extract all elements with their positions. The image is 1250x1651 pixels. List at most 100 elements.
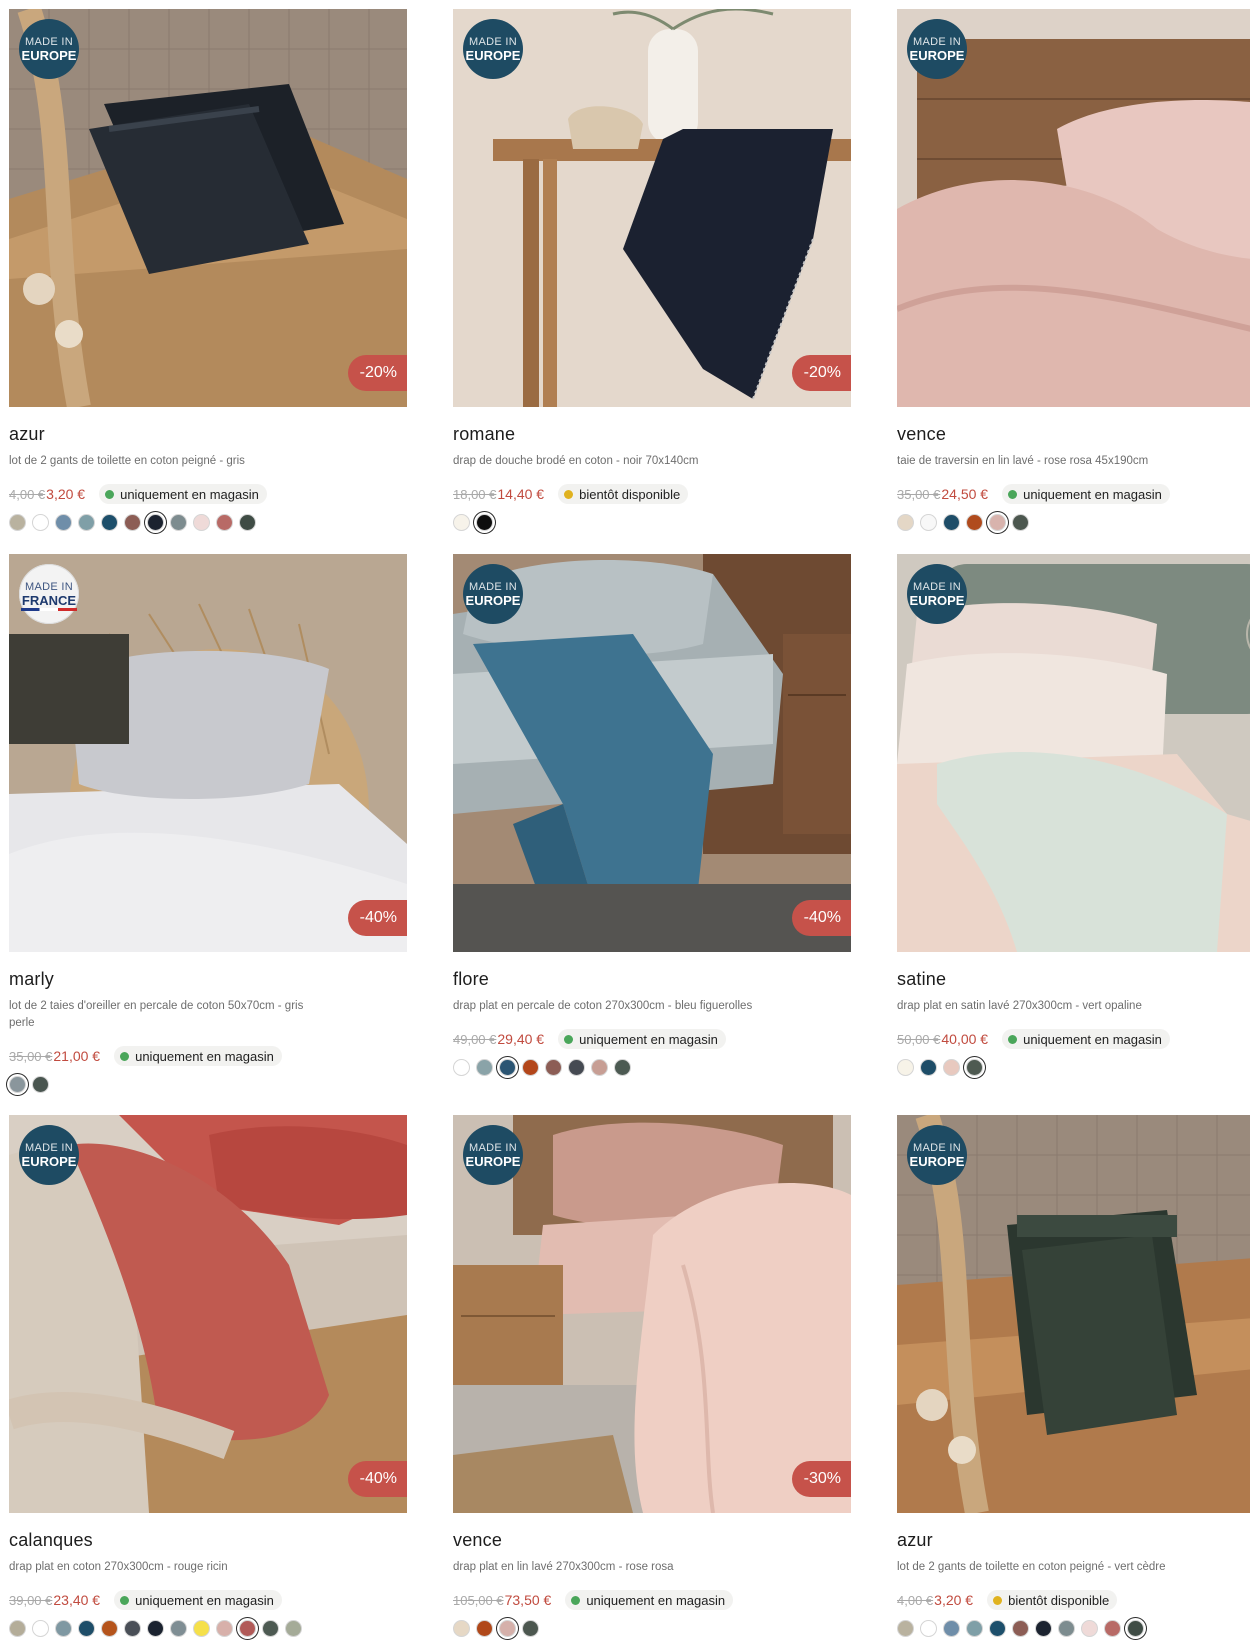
color-swatch[interactable] [193, 1620, 210, 1637]
color-swatch[interactable] [1081, 1620, 1098, 1637]
product-card[interactable]: MADE IN EUROPE satine drap plat en satin… [897, 554, 1250, 1077]
color-swatches [9, 514, 407, 532]
product-name[interactable]: azur [897, 1529, 1250, 1551]
color-swatch[interactable] [522, 1059, 539, 1076]
color-swatch[interactable] [920, 1620, 937, 1637]
product-card[interactable]: MADE IN EUROPE -20% romane drap de douch… [453, 9, 851, 532]
product-name[interactable]: flore [453, 968, 851, 990]
color-swatch[interactable] [124, 1620, 141, 1637]
product-name[interactable]: vence [897, 423, 1250, 445]
color-swatch[interactable] [193, 514, 210, 531]
color-swatch[interactable] [476, 514, 493, 531]
availability-label: uniquement en magasin [1023, 486, 1162, 502]
color-swatch[interactable] [966, 514, 983, 531]
color-swatch[interactable] [499, 1620, 516, 1637]
color-swatch[interactable] [9, 514, 26, 531]
color-swatch[interactable] [943, 1620, 960, 1637]
color-swatch[interactable] [453, 514, 470, 531]
color-swatch[interactable] [897, 1620, 914, 1637]
color-swatch[interactable] [216, 1620, 233, 1637]
product-image[interactable]: MADE IN EUROPE [897, 554, 1250, 952]
product-card[interactable]: MADE IN EUROPE -20% azur lot de 2 gants … [9, 9, 407, 532]
color-swatch[interactable] [545, 1059, 562, 1076]
product-image[interactable]: MADE IN EUROPE -40% [453, 554, 851, 952]
color-swatch[interactable] [476, 1059, 493, 1076]
product-card[interactable]: MADE IN EUROPE azur lot de 2 gants de to… [897, 1115, 1250, 1638]
product-name[interactable]: calanques [9, 1529, 407, 1551]
color-swatch[interactable] [9, 1076, 26, 1093]
color-swatch[interactable] [170, 1620, 187, 1637]
product-image[interactable]: MADE IN EUROPE [897, 9, 1250, 407]
product-image[interactable]: MADE IN EUROPE [897, 1115, 1250, 1513]
price-row: 105,00 € 73,50 € uniquement en magasin [453, 1588, 851, 1612]
color-swatch[interactable] [943, 514, 960, 531]
color-swatch[interactable] [101, 514, 118, 531]
color-swatch[interactable] [966, 1620, 983, 1637]
color-swatch[interactable] [920, 514, 937, 531]
product-card[interactable]: MADE IN EUROPE -40% flore drap plat en p… [453, 554, 851, 1077]
product-card[interactable]: MADE IN FRANCE -40% marly lot de 2 taies… [9, 554, 407, 1094]
color-swatch[interactable] [920, 1059, 937, 1076]
color-swatch[interactable] [966, 1059, 983, 1076]
product-name[interactable]: vence [453, 1529, 851, 1551]
product-card[interactable]: MADE IN EUROPE -30% vence drap plat en l… [453, 1115, 851, 1638]
product-name[interactable]: marly [9, 968, 407, 990]
product-card[interactable]: MADE IN EUROPE vence taie de traversin e… [897, 9, 1250, 532]
color-swatch[interactable] [285, 1620, 302, 1637]
old-price: 39,00 € [9, 1592, 53, 1608]
price-row: 39,00 € 23,40 € uniquement en magasin [9, 1588, 407, 1612]
color-swatch[interactable] [522, 1620, 539, 1637]
color-swatch[interactable] [239, 514, 256, 531]
color-swatch[interactable] [591, 1059, 608, 1076]
badge-line1: MADE IN [25, 580, 73, 593]
color-swatch[interactable] [1035, 1620, 1052, 1637]
product-name[interactable]: romane [453, 423, 851, 445]
product-image[interactable]: MADE IN EUROPE -40% [9, 1115, 407, 1513]
color-swatch[interactable] [614, 1059, 631, 1076]
color-swatch[interactable] [453, 1059, 470, 1076]
color-swatch[interactable] [239, 1620, 256, 1637]
color-swatch[interactable] [989, 514, 1006, 531]
availability-label: uniquement en magasin [120, 486, 259, 502]
color-swatch[interactable] [216, 514, 233, 531]
color-swatch[interactable] [55, 514, 72, 531]
color-swatch[interactable] [147, 514, 164, 531]
color-swatch[interactable] [897, 1059, 914, 1076]
color-swatch[interactable] [55, 1620, 72, 1637]
color-swatch[interactable] [32, 514, 49, 531]
color-swatch[interactable] [147, 1620, 164, 1637]
availability-dot-icon [120, 1051, 130, 1061]
product-name[interactable]: satine [897, 968, 1250, 990]
color-swatch[interactable] [1012, 1620, 1029, 1637]
made-in-badge: MADE IN EUROPE [907, 1125, 967, 1185]
color-swatch[interactable] [897, 514, 914, 531]
discount-badge: -30% [791, 1461, 851, 1497]
color-swatch[interactable] [453, 1620, 470, 1637]
color-swatch[interactable] [943, 1059, 960, 1076]
color-swatch[interactable] [1012, 514, 1029, 531]
color-swatch[interactable] [9, 1620, 26, 1637]
product-image[interactable]: MADE IN EUROPE -20% [453, 9, 851, 407]
color-swatch[interactable] [170, 514, 187, 531]
color-swatch[interactable] [989, 1620, 1006, 1637]
color-swatch[interactable] [124, 514, 141, 531]
color-swatch[interactable] [568, 1059, 585, 1076]
color-swatch[interactable] [78, 1620, 95, 1637]
product-image[interactable]: MADE IN FRANCE -40% [9, 554, 407, 952]
product-image[interactable]: MADE IN EUROPE -30% [453, 1115, 851, 1513]
product-card[interactable]: MADE IN EUROPE -40% calanques drap plat … [9, 1115, 407, 1638]
color-swatch[interactable] [262, 1620, 279, 1637]
color-swatch[interactable] [476, 1620, 493, 1637]
color-swatch[interactable] [78, 514, 95, 531]
color-swatch[interactable] [1104, 1620, 1121, 1637]
color-swatch[interactable] [1127, 1620, 1144, 1637]
made-in-badge: MADE IN EUROPE [19, 1125, 79, 1185]
product-image[interactable]: MADE IN EUROPE -20% [9, 9, 407, 407]
color-swatch[interactable] [499, 1059, 516, 1076]
color-swatch[interactable] [32, 1620, 49, 1637]
color-swatch[interactable] [1058, 1620, 1075, 1637]
badge-line2: FRANCE [19, 594, 79, 611]
product-name[interactable]: azur [9, 423, 407, 445]
color-swatch[interactable] [32, 1076, 49, 1093]
color-swatch[interactable] [101, 1620, 118, 1637]
